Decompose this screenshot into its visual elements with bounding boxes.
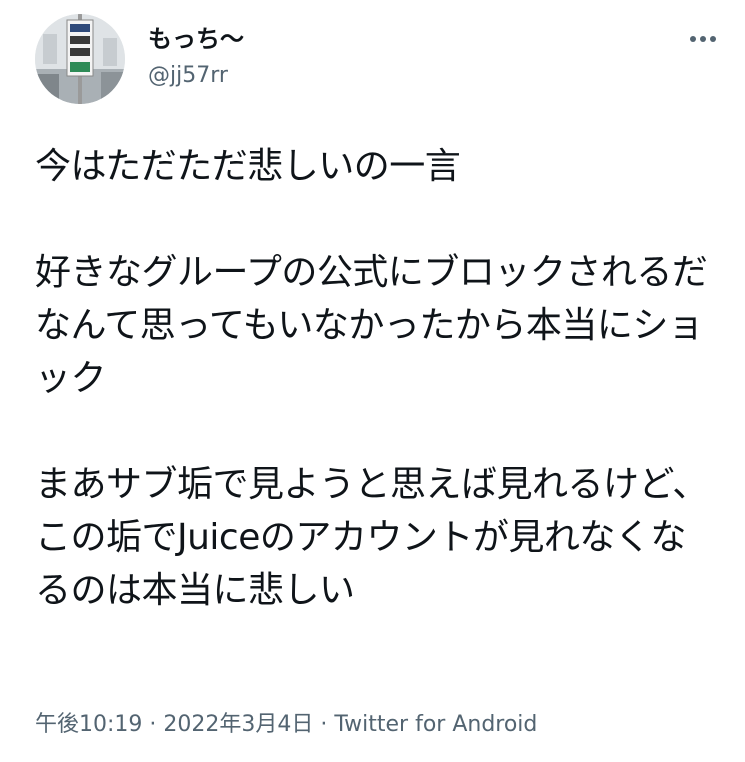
tweet-meta: 午後10:19 · 2022年3月4日 · Twitter for Androi… xyxy=(35,710,537,740)
more-horizontal-icon xyxy=(690,36,716,42)
handle[interactable]: @jj57rr xyxy=(148,62,228,90)
tweet-date[interactable]: 2022年3月4日 xyxy=(163,712,313,737)
meta-separator: · xyxy=(313,712,335,737)
tweet-time[interactable]: 午後10:19 xyxy=(35,712,142,737)
tweet-text: 今はただただ悲しいの一言 好きなグループの公式にブロックされるだなんて思ってもい… xyxy=(35,146,708,611)
display-name[interactable]: もっち〜 xyxy=(148,24,244,54)
meta-separator: · xyxy=(142,712,164,737)
avatar[interactable] xyxy=(35,14,125,104)
more-button[interactable] xyxy=(681,24,725,54)
tweet-source[interactable]: Twitter for Android xyxy=(334,712,537,737)
tweet: もっち〜 @jj57rr 今はただただ悲しいの一言 好きなグループの公式にブロッ… xyxy=(0,0,745,762)
street-sign-photo-icon xyxy=(35,14,125,104)
